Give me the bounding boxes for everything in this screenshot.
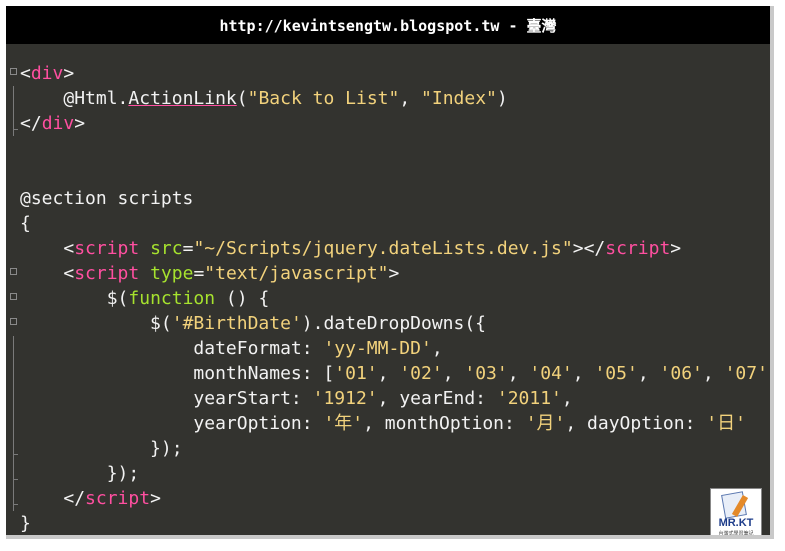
gutter [10,386,20,411]
gutter [10,311,20,336]
line-text: <script type="text/javascript"> [63,263,400,284]
line-text: dateFormat: 'yy-MM-DD', [193,338,443,359]
logo-subtitle: 台灣式學習筆記 [718,531,754,537]
code-line-16[interactable]: }); [6,436,770,461]
gutter [10,436,20,461]
fold-toggle-icon[interactable] [10,318,17,325]
gutter [10,461,20,486]
line-text: $('#BirthDate').dateDropDowns({ [150,313,487,334]
line-text: yearStart: '1912', yearEnd: '2011', [193,388,573,409]
code-line-15[interactable]: yearOption: '年', monthOption: '月', dayOp… [6,411,770,436]
code-line-5[interactable] [6,161,770,186]
code-line-11[interactable]: $('#BirthDate').dateDropDowns({ [6,311,770,336]
mr-kt-logo: MR.KT 台灣式學習筆記 [710,488,762,537]
code-line-18[interactable]: </script> [6,486,770,511]
line-text: }); [150,438,183,459]
line-text: monthNames: ['01', '02', '03', '04', '05… [193,363,768,384]
line-text: yearOption: '年', monthOption: '月', dayOp… [193,413,746,434]
line-text: </script> [63,488,161,509]
fold-toggle-icon[interactable] [10,293,17,300]
fold-guide-end [13,486,18,511]
code-line-4[interactable] [6,136,770,161]
url-watermark-bar: http://kevintsengtw.blogspot.tw - 臺灣 [6,6,770,44]
gutter [10,486,20,511]
fold-guide-end [13,461,18,486]
gutter [10,336,20,361]
fold-toggle-icon[interactable] [10,68,17,75]
code-line-13[interactable]: monthNames: ['01', '02', '03', '04', '05… [6,361,770,386]
fold-guide-end [13,436,18,461]
gutter [10,86,20,111]
fold-guide [13,361,14,386]
code-line-3[interactable]: </div> [6,111,770,136]
line-text: </div> [20,113,86,134]
code-line-19[interactable]: } [6,511,770,535]
gutter [10,61,20,86]
fold-guide [13,411,14,436]
gutter [10,286,20,311]
code-line-10[interactable]: $(function () { [6,286,770,311]
line-text: $(function () { [106,288,270,309]
line-text: }); [106,463,140,484]
code-line-6[interactable]: @section scripts [6,186,770,211]
gutter [10,361,20,386]
url-watermark-text: http://kevintsengtw.blogspot.tw - 臺灣 [219,16,557,35]
code-line-9[interactable]: <script type="text/javascript"> [6,261,770,286]
gutter [10,411,20,436]
screenshot-frame: http://kevintsengtw.blogspot.tw - 臺灣 <di… [6,6,774,539]
gutter [10,261,20,286]
line-text: @section scripts [20,188,194,209]
code-line-8[interactable]: <script src="~/Scripts/jquery.dateLists.… [6,236,770,261]
fold-guide [13,86,14,111]
code-line-2[interactable]: @Html.ActionLink("Back to List", "Index"… [6,86,770,111]
code-line-17[interactable]: }); [6,461,770,486]
code-editor[interactable]: <div> @Html.ActionLink("Back to List", "… [6,61,770,535]
code-line-1[interactable]: <div> [6,61,770,86]
fold-guide [13,336,14,361]
fold-guide [13,386,14,411]
code-line-12[interactable]: dateFormat: 'yy-MM-DD', [6,336,770,361]
line-text: <script src="~/Scripts/jquery.dateLists.… [63,238,682,259]
logo-mark: MR.KT [718,517,754,529]
line-text: { [20,213,31,234]
line-text: <div> [20,63,75,84]
line-text: @Html.ActionLink("Back to List", "Index"… [63,88,508,109]
code-line-14[interactable]: yearStart: '1912', yearEnd: '2011', [6,386,770,411]
fold-guide-end [13,111,18,136]
line-text: } [20,513,31,534]
fold-toggle-icon[interactable] [10,268,17,275]
code-line-7[interactable]: { [6,211,770,236]
gutter [10,111,20,136]
